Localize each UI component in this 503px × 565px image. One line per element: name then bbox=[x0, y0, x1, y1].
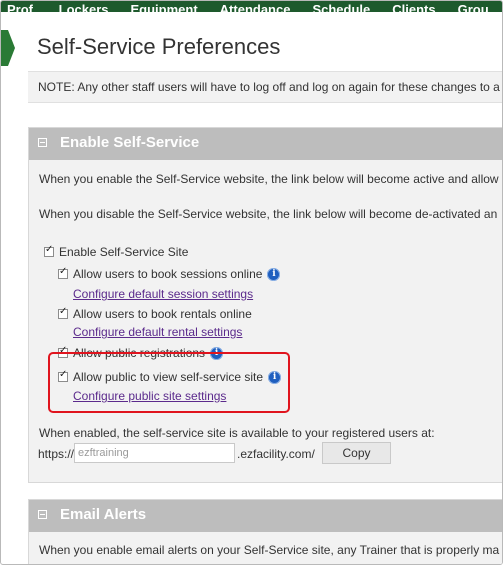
nav-item-groups[interactable]: Grou bbox=[458, 3, 489, 13]
book-rentals-checkbox[interactable] bbox=[58, 306, 68, 319]
book-sessions-checkbox[interactable] bbox=[58, 266, 68, 279]
email-alerts-body: When you enable email alerts on your Sel… bbox=[29, 532, 502, 564]
subdomain-input[interactable]: ezftraining bbox=[74, 443, 235, 463]
configure-rental-link[interactable]: Configure default rental settings bbox=[73, 325, 242, 339]
configure-session-link[interactable]: Configure default session settings bbox=[73, 287, 253, 301]
browser-frame: Prof. Lockers Equipment Attendance Schedule C… bbox=[0, 0, 503, 565]
email-alerts-description: When you enable email alerts on your Sel… bbox=[39, 543, 500, 557]
collapse-minus-icon[interactable] bbox=[38, 138, 47, 147]
section-title: Email Alerts bbox=[60, 506, 147, 523]
nav-item-clients[interactable]: Clients bbox=[392, 3, 435, 13]
enable-self-service-body: When you enable the Self-Service website… bbox=[29, 160, 502, 482]
enable-self-service-panel: Enable Self-Service When you enable the … bbox=[28, 127, 502, 483]
note-banner: NOTE: Any other staff users will have to… bbox=[28, 71, 502, 103]
book-rentals-row: Allow users to book rentals online bbox=[58, 306, 252, 321]
info-icon[interactable]: i bbox=[267, 267, 281, 281]
disable-description: When you disable the Self-Service websit… bbox=[39, 207, 498, 221]
collapse-minus-icon[interactable] bbox=[38, 510, 47, 519]
enable-site-checkbox[interactable] bbox=[44, 244, 54, 257]
section-title: Enable Self-Service bbox=[60, 134, 200, 151]
nav-item-equipment[interactable]: Equipment bbox=[131, 3, 198, 13]
email-alerts-header[interactable]: Email Alerts bbox=[29, 500, 502, 532]
nav-item-attendance[interactable]: Attendance bbox=[220, 3, 291, 13]
enable-description: When you enable the Self-Service website… bbox=[39, 172, 499, 186]
nav-item-schedule[interactable]: Schedule bbox=[312, 3, 370, 13]
book-rentals-label: Allow users to book rentals online bbox=[73, 307, 252, 321]
url-suffix: .ezfacility.com/ bbox=[237, 447, 315, 461]
enable-self-service-header[interactable]: Enable Self-Service bbox=[29, 128, 502, 160]
top-navigation: Prof. Lockers Equipment Attendance Schedule C… bbox=[1, 1, 502, 13]
header-accent-arrow bbox=[8, 30, 15, 66]
enable-site-label: Enable Self-Service Site bbox=[59, 245, 189, 259]
email-alerts-panel: Email Alerts When you enable email alert… bbox=[28, 499, 502, 564]
book-sessions-label: Allow users to book sessions online bbox=[73, 267, 263, 281]
book-sessions-row: Allow users to book sessions online i bbox=[58, 266, 281, 281]
enabled-note: When enabled, the self-service site is a… bbox=[39, 426, 435, 440]
highlight-annotation bbox=[48, 352, 290, 413]
nav-item-prof[interactable]: Prof. bbox=[7, 3, 37, 13]
page-title: Self-Service Preferences bbox=[37, 34, 281, 59]
header-accent-bar bbox=[1, 30, 8, 66]
url-prefix: https:// bbox=[38, 447, 75, 461]
enable-site-row: Enable Self-Service Site bbox=[44, 244, 189, 259]
copy-button[interactable]: Copy bbox=[322, 442, 391, 464]
nav-item-lockers[interactable]: Lockers bbox=[59, 3, 109, 13]
